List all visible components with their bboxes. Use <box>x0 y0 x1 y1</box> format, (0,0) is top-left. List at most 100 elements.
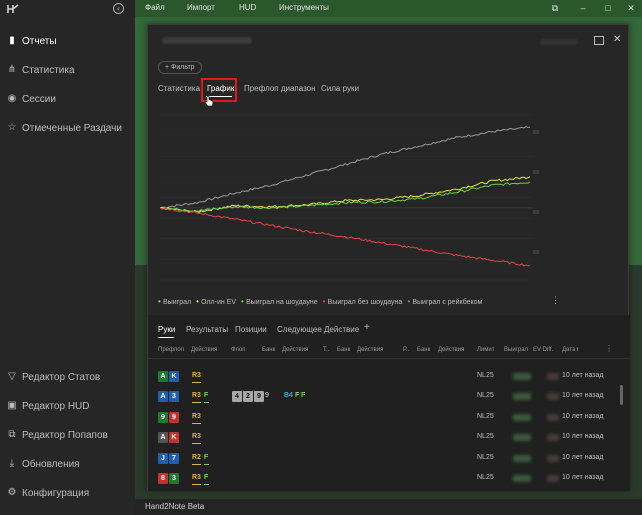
blurred-winnings <box>513 434 531 442</box>
blurred-ev-diff <box>547 413 559 421</box>
sidebar-item-updates[interactable]: ⤓ Обновления <box>0 453 135 475</box>
table-row[interactable]: A 3 R3 F 4 2 9 9 B4 F F NL25 10 лет назад <box>148 387 618 407</box>
tab-preflop-range[interactable]: Префлоп диапазон <box>244 84 316 93</box>
column-header[interactable]: Лимит <box>477 347 495 353</box>
legend-item[interactable]: • Выиграл без шоудауна <box>323 297 403 306</box>
blurred-info <box>540 39 578 45</box>
legend-label: Олл-ин EV <box>201 299 237 306</box>
graph-nodes-icon: ⋔ <box>7 64 17 75</box>
chart-legend: • Выиграл • Олл-ин EV • Выиграл на шоудаун… <box>158 297 487 307</box>
column-header[interactable]: Т.. <box>323 347 329 353</box>
tab-results[interactable]: Результаты <box>186 325 228 334</box>
table-row[interactable]: A K R3 NL25 10 лет назад <box>148 367 618 387</box>
date-cell: 10 лет назад <box>562 412 604 420</box>
collapse-sidebar-button[interactable]: ‹ <box>113 3 124 14</box>
blurred-axis-label <box>533 210 539 214</box>
menu-hud[interactable]: HUD <box>239 3 256 12</box>
flop-action: F <box>295 392 300 400</box>
hole-card: 9 <box>169 411 179 423</box>
sidebar-item-sessions[interactable]: ◉ Сессии <box>0 88 135 110</box>
column-header[interactable]: Дата <box>562 347 575 353</box>
action-underline <box>192 484 201 485</box>
legend-label: Выиграл <box>163 299 192 306</box>
table-row[interactable]: 9 9 R3 NL25 10 лет назад <box>148 408 618 428</box>
sidebar-item-label: Редактор Статов <box>22 371 101 383</box>
sidebar-item-label: Редактор HUD <box>22 400 90 412</box>
legend-item[interactable]: • Выиграл на шоудауне <box>241 297 318 306</box>
status-bar: Hand2Note Beta <box>135 499 642 515</box>
tab-hands[interactable]: Руки <box>158 325 175 334</box>
menu-import[interactable]: Импорт <box>187 3 215 12</box>
sidebar-item-configuration[interactable]: ⚙ Конфигурация <box>0 482 135 504</box>
column-header[interactable]: Р.. <box>403 347 409 353</box>
action-underline <box>192 443 201 445</box>
hole-card: 8 <box>158 473 168 484</box>
blurred-ev-diff <box>547 373 559 380</box>
column-header[interactable]: Банк <box>417 347 430 353</box>
table-row[interactable]: 8 3 R3 F NL25 10 лет назад <box>148 469 618 489</box>
sidebar-item-popup-editor[interactable]: ⧉ Редактор Попапов <box>0 424 135 446</box>
limit-cell: NL25 <box>477 433 494 441</box>
hole-card: 7 <box>169 452 179 464</box>
add-tab-button[interactable]: + <box>364 322 370 333</box>
table-row[interactable]: A K R3 NL25 10 лет назад <box>148 428 618 448</box>
export-icon[interactable] <box>594 36 604 45</box>
legend-item[interactable]: • Олл-ин EV <box>196 297 237 306</box>
column-header[interactable]: Банк <box>262 347 275 353</box>
column-header[interactable]: Действия <box>357 347 383 353</box>
tab-positions[interactable]: Позиции <box>235 325 267 334</box>
header-divider <box>148 358 630 359</box>
book-icon: ▮ <box>9 35 15 46</box>
menu-tools[interactable]: Инструменты <box>279 3 329 12</box>
app-window: ‹ ▮ Отчеты ⋔ Статистика ◉ Сессии ☆ Отмеч… <box>0 0 642 515</box>
column-header[interactable]: Действия <box>438 347 464 353</box>
sidebar-item-marked-hands[interactable]: ☆ Отмеченные Раздачи <box>0 117 135 139</box>
tab-statistics[interactable]: Статистика <box>158 84 200 93</box>
date-cell: 10 лет назад <box>562 453 604 461</box>
action-underline <box>192 422 201 424</box>
popup-icon: ⧉ <box>8 429 16 440</box>
tab-next-action[interactable]: Следующее Действие <box>277 325 359 334</box>
sidebar-item-label: Статистика <box>22 64 75 76</box>
sidebar-item-stat-editor[interactable]: ▽ Редактор Статов <box>0 366 135 388</box>
sidebar-item-hud-editor[interactable]: ▣ Редактор HUD <box>0 395 135 417</box>
legend-item[interactable]: • Выиграл <box>158 297 192 306</box>
sidebar-item-reports[interactable]: ▮ Отчеты <box>0 30 135 52</box>
column-header[interactable]: EV Diff. <box>533 347 553 353</box>
status-text: Hand2Note Beta <box>145 502 205 511</box>
column-header[interactable]: Банк <box>337 347 350 353</box>
action-underline <box>204 463 209 465</box>
legend-label: Выиграл без шоудауна <box>327 299 403 306</box>
sidebar-item-label: Отчеты <box>22 35 57 47</box>
blurred-winnings <box>513 475 531 482</box>
blurred-winnings <box>513 413 531 421</box>
tab-hand-strength[interactable]: Сила руки <box>321 84 359 93</box>
close-icon[interactable]: ✕ <box>613 34 621 45</box>
columns-menu-icon[interactable]: ⋮ <box>605 344 613 353</box>
menu-file[interactable]: Файл <box>145 3 165 12</box>
window-close-icon[interactable]: ✕ <box>626 3 636 13</box>
column-header[interactable]: Префлоп <box>158 347 184 353</box>
series-line <box>160 176 531 213</box>
preflop-action: R3 <box>192 412 201 420</box>
column-header[interactable]: Действия <box>191 347 217 353</box>
limit-cell: NL25 <box>477 412 494 420</box>
table-row[interactable]: J 7 R2 F NL25 10 лет назад <box>148 449 618 469</box>
blurred-axis-label <box>533 170 539 174</box>
column-header[interactable]: Выиграл <box>504 347 528 353</box>
legend-menu-icon[interactable]: ⋮ <box>551 295 560 306</box>
column-header[interactable]: Действия <box>282 347 308 353</box>
winnings-graph[interactable] <box>160 110 540 285</box>
window-restore-icon[interactable]: ⧉ <box>550 3 560 13</box>
broadcast-icon: ◉ <box>7 93 17 104</box>
sidebar-item-statistics[interactable]: ⋔ Статистика <box>0 59 135 81</box>
legend-item[interactable]: • Выиграл с рейкбеком <box>407 297 483 306</box>
window-minimize-icon[interactable]: – <box>578 3 588 13</box>
hole-card: A <box>158 432 168 444</box>
window-maximize-icon[interactable]: □ <box>603 3 613 13</box>
legend-label: Выиграл с рейкбеком <box>412 299 483 306</box>
table-scrollbar[interactable] <box>620 385 623 405</box>
blurred-winnings <box>513 393 531 401</box>
column-header[interactable]: Флоп <box>231 347 246 353</box>
filter-button[interactable]: + Фильтр <box>158 61 202 74</box>
